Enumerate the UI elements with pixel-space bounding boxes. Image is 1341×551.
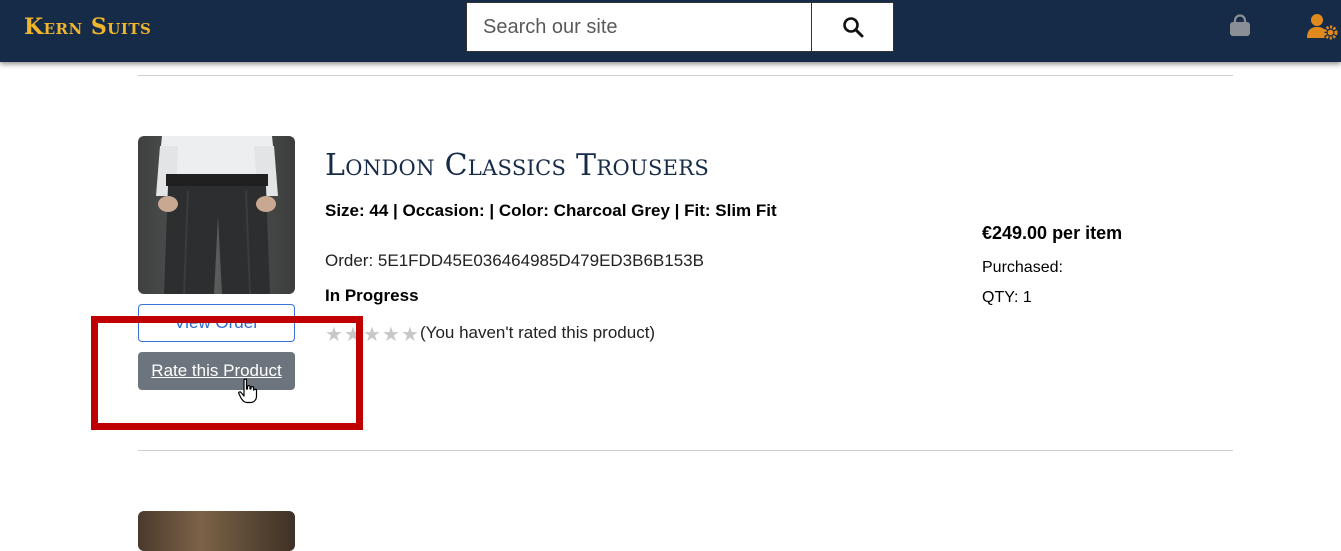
product-image[interactable] (138, 136, 295, 294)
purchased-label: Purchased: (982, 259, 1063, 276)
star-icon[interactable]: ★ (325, 322, 344, 347)
star-icon[interactable]: ★ (363, 322, 382, 347)
product-attributes: Size: 44 | Occasion: | Color: Charcoal G… (325, 201, 777, 220)
view-order-button[interactable]: View Order (138, 304, 295, 342)
user-gear-icon[interactable] (1306, 12, 1338, 40)
brand-logo[interactable]: Kern Suits (24, 14, 151, 40)
hand-pointer-icon (238, 378, 258, 404)
item-price: €249.00 per item (982, 223, 1123, 243)
top-divider (138, 75, 1233, 76)
rate-product-button[interactable]: Rate this Product (138, 352, 295, 390)
quantity-label: QTY: 1 (982, 289, 1032, 306)
product-title[interactable]: London Classics Trousers (325, 148, 709, 183)
search-icon (842, 17, 863, 38)
star-icon[interactable]: ★ (382, 322, 401, 347)
shopping-bag-icon[interactable] (1228, 14, 1252, 38)
order-id: Order: 5E1FDD45E036464985D479ED3B6B153B (325, 251, 704, 270)
next-product-image[interactable] (138, 511, 295, 551)
item-divider (138, 450, 1233, 451)
search-button[interactable] (811, 3, 893, 51)
star-icon[interactable]: ★ (401, 322, 420, 347)
rating-row: ★★★★★(You haven't rated this product) (325, 322, 655, 348)
search-input[interactable] (467, 3, 811, 51)
star-icon[interactable]: ★ (344, 322, 363, 347)
site-header: Kern Suits (0, 0, 1341, 62)
rating-text: (You haven't rated this product) (420, 323, 656, 342)
order-status: In Progress (325, 286, 419, 305)
search-bar (466, 2, 894, 52)
